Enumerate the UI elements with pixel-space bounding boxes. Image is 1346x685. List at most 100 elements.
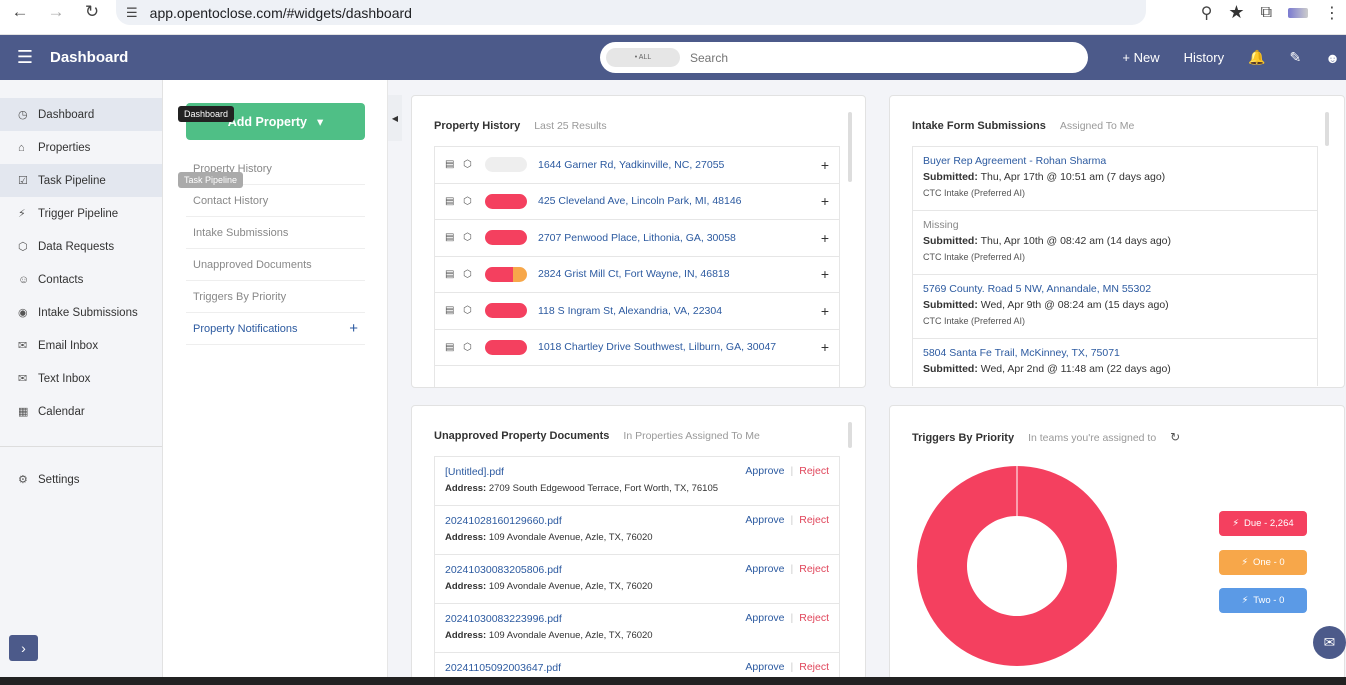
intake-form-name: CTC Intake (Preferred AI) (923, 188, 1026, 198)
chat-support-icon[interactable]: ✉ (1313, 626, 1346, 659)
add-icon[interactable]: + (821, 339, 829, 355)
sidebar-item-data-requests[interactable]: ⬡ Data Requests (0, 230, 162, 263)
scrollbar[interactable] (1325, 112, 1329, 146)
bookmark-star-icon[interactable]: ★ (1228, 2, 1244, 23)
list-item[interactable]: ▤ ⬡ 1018 Chartley Drive Southwest, Lilburn… (435, 330, 839, 366)
subnav-contact-history[interactable]: Contact History (186, 185, 365, 217)
subnav-property-notifications[interactable]: Property Notifications + (186, 313, 365, 345)
cube-icon[interactable]: ⬡ (463, 305, 481, 316)
reject-button[interactable]: Reject (799, 465, 829, 477)
list-item[interactable]: Missing Submitted: Thu, Apr 10th @ 08:42… (913, 211, 1317, 275)
extensions-icon[interactable]: ⧉ (1261, 4, 1272, 22)
database-icon[interactable]: ▤ (445, 159, 463, 170)
reject-button[interactable]: Reject (799, 661, 829, 673)
subnav-triggers-by-priority[interactable]: Triggers By Priority (186, 281, 365, 313)
back-icon[interactable]: ← (4, 0, 36, 24)
approve-button[interactable]: Approve (745, 563, 784, 575)
cube-icon[interactable]: ⬡ (463, 269, 481, 280)
cube-icon[interactable]: ⬡ (463, 159, 481, 170)
database-icon[interactable]: ▤ (445, 196, 463, 207)
property-address[interactable]: 1644 Garner Rd, Yadkinville, NC, 27055 (538, 159, 724, 171)
sidebar-item-properties[interactable]: ⌂ Properties (0, 131, 162, 164)
legend-label: Due - 2,264 (1244, 518, 1294, 529)
expand-sidebar-button[interactable]: › (9, 635, 38, 661)
add-icon[interactable]: + (821, 266, 829, 282)
list-item: 20241105092003647.pdf Approve | Reject (435, 653, 839, 679)
database-icon[interactable]: ▤ (445, 232, 463, 243)
scrollbar[interactable] (848, 422, 852, 448)
sidebar-item-label: Contacts (38, 273, 84, 286)
list-item[interactable]: 5804 Santa Fe Trail, McKinney, TX, 75071… (913, 339, 1317, 387)
legend-two[interactable]: ⚡ Two - 0 (1219, 588, 1307, 613)
edit-icon[interactable]: ✎ (1290, 49, 1302, 66)
cube-icon[interactable]: ⬡ (463, 232, 481, 243)
sidebar-item-settings[interactable]: ⚙ Settings (0, 463, 162, 496)
search-input[interactable] (690, 50, 1070, 65)
intake-title[interactable]: 5769 County. Road 5 NW, Annandale, MN 55… (923, 282, 1307, 297)
legend-one[interactable]: ⚡ One - 0 (1219, 550, 1307, 575)
intake-title[interactable]: 5804 Santa Fe Trail, McKinney, TX, 75071 (923, 346, 1307, 361)
address-bar[interactable]: ☰ app.opentoclose.com/#widgets/dashboard (116, 0, 1146, 25)
database-icon[interactable]: ▤ (445, 342, 463, 353)
sidebar-item-contacts[interactable]: ☺ Contacts (0, 263, 162, 296)
collapse-subnav-button[interactable]: ◀ (388, 95, 402, 141)
subnav-intake-submissions[interactable]: Intake Submissions (186, 217, 365, 249)
database-icon[interactable]: ▤ (445, 269, 463, 280)
scrollbar[interactable] (848, 112, 852, 182)
search-scope-pill[interactable]: • ALL (606, 48, 680, 67)
intake-icon: ◉ (18, 307, 28, 319)
list-item[interactable]: ▤ ⬡ 425 Cleveland Ave, Lincoln Park, MI, 4… (435, 184, 839, 220)
property-address[interactable]: 2707 Penwood Place, Lithonia, GA, 30058 (538, 232, 736, 244)
reject-button[interactable]: Reject (799, 563, 829, 575)
list-item[interactable]: ▤ ⬡ 118 S Ingram St, Alexandria, VA, 22304… (435, 293, 839, 330)
list-item[interactable]: ▤ ⬡ 2707 Penwood Place, Lithonia, GA, 3005… (435, 220, 839, 257)
subnav-unapproved-documents[interactable]: Unapproved Documents (186, 249, 365, 281)
add-icon[interactable]: + (821, 193, 829, 209)
sidebar-item-text-inbox[interactable]: ✉ Text Inbox (0, 362, 162, 395)
approve-button[interactable]: Approve (745, 612, 784, 624)
hamburger-menu-icon[interactable]: ☰ (0, 47, 50, 68)
approve-button[interactable]: Approve (745, 661, 784, 673)
address-label: Address: (445, 630, 487, 641)
extension-icon[interactable] (1288, 7, 1308, 18)
reload-icon[interactable]: ↻ (76, 0, 108, 24)
add-icon[interactable]: + (821, 230, 829, 246)
forward-icon[interactable]: → (40, 0, 72, 24)
cube-icon[interactable]: ⬡ (463, 196, 481, 207)
add-icon[interactable]: + (821, 303, 829, 319)
browser-menu-icon[interactable]: ⋮ (1324, 3, 1340, 23)
site-settings-icon[interactable]: ☰ (126, 5, 138, 21)
zoom-icon[interactable]: ⚲ (1201, 3, 1213, 23)
intake-list: Buyer Rep Agreement - Rohan Sharma Submi… (912, 146, 1318, 386)
property-address[interactable]: 2824 Grist Mill Ct, Fort Wayne, IN, 4681… (538, 268, 730, 280)
property-address[interactable]: 1018 Chartley Drive Southwest, Lilburn, … (538, 341, 776, 353)
list-item[interactable]: ▤ ⬡ 1644 Garner Rd, Yadkinville, NC, 27055… (435, 147, 839, 184)
cube-icon[interactable]: ⬡ (463, 342, 481, 353)
list-item[interactable]: Buyer Rep Agreement - Rohan Sharma Submi… (913, 147, 1317, 211)
sidebar-item-dashboard[interactable]: ◷ Dashboard (0, 98, 162, 131)
sidebar-item-trigger-pipeline[interactable]: ⚡ Trigger Pipeline (0, 197, 162, 230)
new-button[interactable]: + New (1122, 50, 1159, 65)
sidebar-item-intake-submissions[interactable]: ◉ Intake Submissions (0, 296, 162, 329)
database-icon[interactable]: ▤ (445, 305, 463, 316)
add-notification-icon[interactable]: + (349, 320, 358, 337)
property-address[interactable]: 425 Cleveland Ave, Lincoln Park, MI, 481… (538, 195, 742, 207)
approve-button[interactable]: Approve (745, 514, 784, 526)
sidebar-item-task-pipeline[interactable]: ☑ Task Pipeline (0, 164, 162, 197)
bell-icon[interactable]: 🔔 (1248, 49, 1265, 66)
list-item[interactable]: 5769 County. Road 5 NW, Annandale, MN 55… (913, 275, 1317, 339)
sidebar-item-calendar[interactable]: ▦ Calendar (0, 395, 162, 428)
refresh-icon[interactable]: ↻ (1170, 430, 1180, 444)
history-button[interactable]: History (1184, 50, 1224, 65)
reject-button[interactable]: Reject (799, 514, 829, 526)
reject-button[interactable]: Reject (799, 612, 829, 624)
legend-due[interactable]: ⚡ Due - 2,264 (1219, 511, 1307, 536)
approve-button[interactable]: Approve (745, 465, 784, 477)
user-icon[interactable]: ☻ (1325, 50, 1340, 66)
list-item[interactable]: ▤ ⬡ 2824 Grist Mill Ct, Fort Wayne, IN, 46… (435, 257, 839, 293)
intake-title[interactable]: Buyer Rep Agreement - Rohan Sharma (923, 154, 1307, 169)
property-address[interactable]: 118 S Ingram St, Alexandria, VA, 22304 (538, 305, 722, 317)
sidebar-item-email-inbox[interactable]: ✉ Email Inbox (0, 329, 162, 362)
add-icon[interactable]: + (821, 157, 829, 173)
sidebar-item-label: Settings (38, 473, 80, 486)
